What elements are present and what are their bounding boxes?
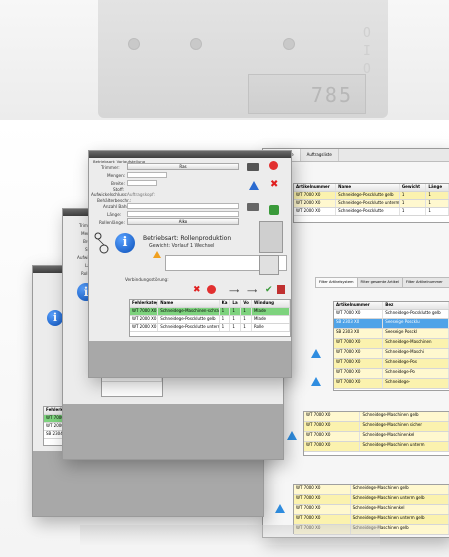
- table-row[interactable]: WT 7000 X0 Schneidege-Maschi: [334, 349, 449, 359]
- material-table: Artikelnummer Name Gewicht Länge WT 7000…: [293, 183, 449, 223]
- table-row[interactable]: WT 7000 X0Schneidege-Maschinen gelb: [304, 412, 449, 422]
- info-icon: i: [47, 310, 63, 326]
- article-table: Artikelnummer Bez WT 7000 X0 Schneidege-P…: [333, 301, 449, 391]
- bahnen-field[interactable]: [127, 203, 239, 209]
- save-icon[interactable]: [269, 205, 279, 215]
- table-row[interactable]: WT 7000 X0 Schneidege-: [334, 379, 449, 389]
- user-icon[interactable]: [259, 255, 279, 275]
- form-label: Rollenlänge:: [99, 220, 125, 225]
- table-row[interactable]: WT 7000 X0 Schneidege-Poscklutte gelb 1 …: [294, 192, 449, 200]
- book-icon[interactable]: [277, 285, 285, 294]
- table-row-selected[interactable]: SB 2303 X0 Seeseige Poscklu: [334, 319, 449, 329]
- form-label: Trimmer:: [101, 165, 120, 170]
- table-row[interactable]: WT 7000 X0 Schneidege-Pos: [334, 359, 449, 369]
- filter-tabs: Filter Artikelsystem Filter gesamte Arti…: [315, 277, 449, 288]
- close-icon[interactable]: ✖: [270, 179, 278, 190]
- trimmer-select[interactable]: Ras: [127, 163, 239, 170]
- move-up-icon[interactable]: [311, 349, 321, 358]
- empty-area: [89, 341, 291, 377]
- printer-icon[interactable]: [247, 203, 259, 211]
- table-header: Artikelnummer Name Gewicht Länge: [294, 184, 449, 192]
- screw-icon: [128, 38, 140, 50]
- front-window: Betriebsart: Vorlaufstellung Trimmer: Ra…: [88, 150, 292, 378]
- table-row[interactable]: WT 7000 X0Schneidege-Maschinen gelb: [294, 485, 449, 495]
- form-label: Aufwickelschluss:: [91, 192, 128, 197]
- table-row[interactable]: WT 7000 X0 Schneidege-Maschinen unterm ge…: [294, 515, 449, 525]
- rollenlaenge-select[interactable]: Alko: [127, 218, 239, 225]
- tab-auftragsliste[interactable]: Auftragsliste: [301, 149, 339, 161]
- device-side-glyph: O: [363, 26, 371, 41]
- filter-tab[interactable]: Filter Artikelnummer: [403, 278, 446, 287]
- actions-label: Verbindungsstörung:: [125, 277, 169, 282]
- delete-icon[interactable]: ✖: [193, 285, 201, 295]
- lower-table: WT 7000 X0 Schneidege-Maschinen gelb WT 7…: [303, 411, 449, 456]
- table-header: Artikelnummer Bez: [334, 302, 449, 310]
- stop-icon[interactable]: [207, 285, 216, 294]
- title-bar: [89, 151, 291, 158]
- form-label: Mengen:: [107, 173, 126, 178]
- mengen-field[interactable]: [127, 172, 167, 178]
- device-side-glyph: O: [363, 62, 371, 77]
- table-row[interactable]: WT 2000 X0 Schneidege-Poscklutte 1 1: [294, 208, 449, 216]
- screw-icon: [283, 38, 295, 50]
- breite-field[interactable]: [127, 180, 157, 186]
- move-up-icon[interactable]: [275, 504, 285, 513]
- form-label: Auftragskopf:: [127, 192, 155, 197]
- table-row[interactable]: SB 2303 X0 Seeseige Posckl: [334, 329, 449, 339]
- table-row[interactable]: WT 7000 X0 Schneidege-Pocsklutte gelb: [334, 310, 449, 319]
- reflection: [80, 525, 380, 545]
- table-row[interactable]: WT 7000 X0 Schneidege-Maschinen sicher: [304, 422, 449, 432]
- laenge-field[interactable]: [127, 211, 239, 217]
- production-table: Fehlerkategorie Name Ka La Vo Windung WT…: [129, 299, 291, 337]
- status-subtitle: Gewicht: Vorlauf 1 Wechsel: [149, 244, 215, 249]
- screw-icon: [190, 38, 202, 50]
- table-row[interactable]: WT 7000 X0 Schneidege-Po: [334, 369, 449, 379]
- table-row[interactable]: WT 2000 X0 Schneidege-Poscklutte gelb 1 …: [130, 316, 290, 324]
- move-up-icon[interactable]: [311, 377, 321, 386]
- arrow-right-icon[interactable]: ⟶: [229, 287, 239, 295]
- table-row[interactable]: WT 2000 X0 Schneidege-Poscklutte unterm …: [130, 324, 290, 332]
- table-row[interactable]: WT 7000 X0 Schneidege-Maschinen: [334, 339, 449, 349]
- form-label: Länge:: [107, 212, 122, 217]
- cut-icon[interactable]: [249, 181, 259, 190]
- form-label: Breite:: [111, 181, 125, 186]
- record-icon[interactable]: [269, 161, 278, 170]
- move-up-icon[interactable]: [287, 431, 297, 440]
- empty-area: [63, 404, 283, 459]
- table-header: Fehlerkategorie Name Ka La Vo Windung: [130, 300, 290, 308]
- status-title: Betriebsart: Rollenproduktion: [143, 235, 232, 242]
- info-icon: i: [115, 233, 135, 253]
- empty-area: [33, 451, 263, 516]
- arrow-right-icon[interactable]: ⟶: [247, 287, 257, 295]
- check-icon[interactable]: ✔: [265, 285, 273, 295]
- filter-tab[interactable]: Filter gesamte Artikel: [358, 278, 403, 287]
- device-side-glyph: I: [363, 44, 371, 59]
- table-row[interactable]: WT 7000 X0 Schneidege-Maschinen-schrank …: [130, 308, 290, 316]
- scanner-icon: [259, 221, 283, 253]
- table-row[interactable]: WT 7000 X0 Schneidege-Maschinen unterm ge…: [294, 495, 449, 505]
- table-row[interactable]: WT 7000 X0 Schneidege-Maschinen unterm: [304, 442, 449, 452]
- table-row[interactable]: WT 2000 X0 Schneidege-Poscklutte unterm …: [294, 200, 449, 208]
- device-panel: 785 O I O: [98, 0, 388, 118]
- table-row[interactable]: WT 7000 X0 Schneidege-Maschinenkel: [304, 432, 449, 442]
- device-display: 785: [248, 74, 366, 114]
- printer-icon[interactable]: [247, 163, 259, 171]
- warning-icon: [153, 251, 161, 258]
- roll-diagram-icon: [93, 231, 111, 255]
- filter-tab[interactable]: Filter Artikelsystem: [316, 278, 358, 287]
- table-row[interactable]: WT 7000 X0 Schneidege-Maschinenkel: [294, 505, 449, 515]
